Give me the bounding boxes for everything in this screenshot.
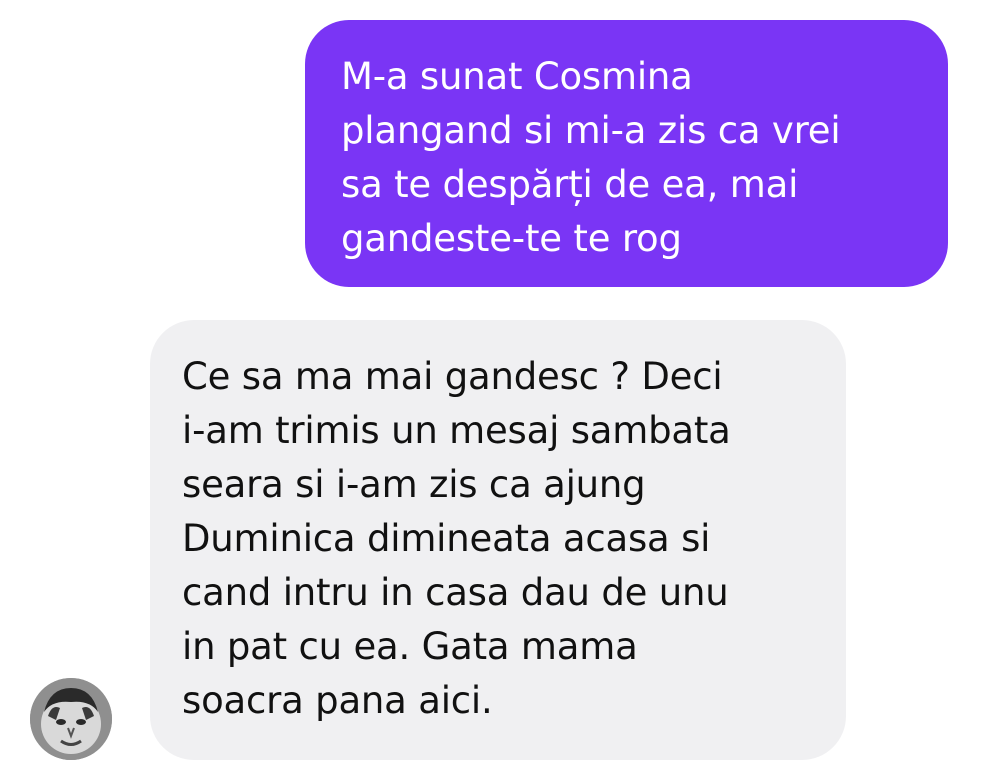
message-line: cand intru in casa dau de unu [182, 571, 729, 614]
chat-conversation: M-a sunat Cosmina plangand si mi-a zis c… [0, 0, 1000, 760]
message-line: in pat cu ea. Gata mama [182, 625, 638, 668]
message-line: Ce sa ma mai gandesc ? Deci [182, 355, 723, 398]
message-line: M-a sunat Cosmina [341, 55, 693, 98]
message-line: Duminica dimineata acasa si [182, 517, 711, 560]
message-line: plangand si mi-a zis ca vrei [341, 109, 841, 152]
sent-message-bubble[interactable]: M-a sunat Cosmina plangand si mi-a zis c… [305, 20, 948, 287]
contact-avatar[interactable] [30, 678, 112, 760]
message-line: gandeste-te te rog [341, 217, 682, 260]
message-line: soacra pana aici. [182, 679, 493, 722]
message-line: seara si i-am zis ca ajung [182, 463, 646, 506]
message-line: i-am trimis un mesaj sambata [182, 409, 731, 452]
received-message-bubble[interactable]: Ce sa ma mai gandesc ? Deci i-am trimis … [150, 320, 846, 760]
profile-photo-avatar-icon [30, 678, 112, 760]
message-line: sa te despărți de ea, mai [341, 163, 799, 206]
